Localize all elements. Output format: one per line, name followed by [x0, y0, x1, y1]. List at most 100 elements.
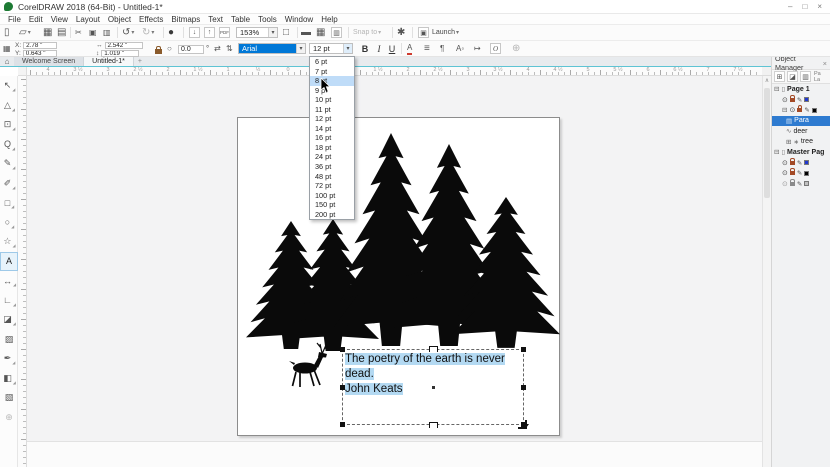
menu-tools[interactable]: Tools [254, 15, 281, 24]
text-flow-icon[interactable] [518, 420, 527, 429]
deer-object[interactable] [289, 343, 329, 387]
italic-button[interactable]: I [373, 42, 385, 55]
om-row-master-page[interactable]: ⊟ ▯ Master Pag [772, 147, 830, 158]
resize-handle-left[interactable] [340, 385, 345, 390]
print-icon[interactable]: ▤ [57, 26, 66, 39]
font-size-option[interactable]: 11 pt [310, 105, 354, 115]
ellipse-tool[interactable]: ○◢ [0, 213, 18, 233]
object-height-field[interactable]: 1.019 " [101, 50, 139, 57]
menu-view[interactable]: View [47, 15, 72, 24]
visibility-eye-icon[interactable]: ⊙ [782, 180, 788, 188]
open-icon[interactable]: ▱▾ [19, 26, 31, 39]
panel-close-icon[interactable]: × [823, 59, 827, 68]
paste-icon[interactable]: ▥ [103, 26, 111, 39]
menu-edit[interactable]: Edit [25, 15, 47, 24]
tab-welcome-screen[interactable]: Welcome Screen [14, 57, 84, 66]
interactive-fill-tool[interactable]: ◧◢ [0, 369, 18, 389]
om-row-layer1[interactable]: ⊟ ⊙ ✎ [772, 105, 830, 116]
visibility-eye-icon[interactable]: ⊙ [782, 159, 788, 167]
bold-button[interactable]: B [359, 42, 371, 55]
resize-handle-top-right[interactable] [521, 347, 526, 352]
publish-pdf-icon[interactable]: PDF [219, 27, 230, 38]
edit-pencil-icon[interactable]: ✎ [797, 180, 802, 188]
menu-table[interactable]: Table [227, 15, 254, 24]
font-name-combo[interactable]: Arial ▾ [238, 43, 306, 54]
font-size-option[interactable]: 16 pt [310, 133, 354, 143]
launch-icon[interactable]: ▣ [418, 27, 429, 38]
dimension-tool[interactable]: ↔◢ [0, 271, 18, 291]
menu-help[interactable]: Help [317, 15, 341, 24]
redo-icon[interactable]: ↻▾ [142, 26, 154, 39]
lock-icon[interactable] [797, 108, 802, 112]
scrollbar-thumb[interactable] [764, 88, 770, 198]
font-size-option[interactable]: 48 pt [310, 172, 354, 182]
eyedropper-tool[interactable]: ✒◢ [0, 349, 18, 369]
font-size-option[interactable]: 24 pt [310, 152, 354, 162]
menu-window[interactable]: Window [281, 15, 317, 24]
transparency-tool[interactable]: ▨ [0, 330, 18, 350]
copy-icon[interactable]: ▣ [89, 26, 97, 39]
add-property-icon[interactable]: ⊕ [512, 42, 520, 55]
edit-pencil-icon[interactable]: ✎ [804, 106, 809, 114]
new-layer-icon[interactable]: ⊞ [774, 71, 785, 82]
om-row-master-guides[interactable]: ⊙ ✎ [772, 158, 830, 169]
home-icon[interactable]: ⌂ [0, 57, 14, 66]
edit-outline-icon[interactable]: O [490, 43, 501, 54]
pick-tool[interactable]: ↖◢ [0, 76, 18, 96]
maximize-button[interactable]: □ [802, 2, 807, 11]
resize-handle-right[interactable] [521, 385, 526, 390]
menu-bitmaps[interactable]: Bitmaps [167, 15, 204, 24]
shape-tool[interactable]: △◢ [0, 96, 18, 116]
show-rulers-icon[interactable]: ▬ [301, 26, 311, 39]
options-gear-icon[interactable]: ✱ [397, 26, 405, 39]
edit-pencil-icon[interactable]: ✎ [797, 159, 802, 167]
om-row-master-grid[interactable]: ⊙ ✎ [772, 179, 830, 190]
x-position-field[interactable]: 2.78 " [23, 42, 57, 49]
canvas-vertical-scrollbar[interactable]: ∧ [762, 76, 771, 467]
font-size-option[interactable]: 150 pt [310, 200, 354, 210]
menu-object[interactable]: Object [104, 15, 135, 24]
menu-text[interactable]: Text [204, 15, 227, 24]
underline-button[interactable]: U [386, 42, 398, 55]
crop-tool[interactable]: ⊡◢ [0, 115, 18, 135]
lock-icon[interactable] [790, 182, 795, 186]
collapse-icon[interactable]: ⊟ [782, 106, 787, 114]
character-formatting-icon[interactable]: A◦ [456, 42, 464, 55]
edit-across-layers-icon[interactable]: ▥ [800, 71, 811, 82]
close-button[interactable]: × [817, 2, 822, 11]
full-screen-preview-icon[interactable]: □ [283, 26, 289, 39]
menu-effects[interactable]: Effects [135, 15, 167, 24]
om-row-guides-layer[interactable]: ⊙ ✎ [772, 95, 830, 106]
new-document-icon[interactable]: ▯ [4, 26, 10, 39]
expand-icon[interactable]: ⊞ [786, 138, 791, 146]
artistic-media-tool[interactable]: ✐◢ [0, 174, 18, 194]
text-tool[interactable]: A [0, 252, 18, 272]
font-name-dropdown-icon[interactable]: ▾ [296, 44, 305, 53]
text-frame-tab-top[interactable] [429, 346, 438, 352]
edit-pencil-icon[interactable]: ✎ [797, 96, 802, 104]
om-row-master-desktop[interactable]: ⊙ ✎ [772, 168, 830, 179]
cut-icon[interactable]: ✂ [75, 26, 82, 39]
paragraph-text[interactable]: The poetry of the earth is never dead. J… [343, 350, 523, 397]
font-size-option[interactable]: 100 pt [310, 191, 354, 201]
tab-untitled-1[interactable]: Untitled-1* [84, 57, 134, 66]
drop-shadow-tool[interactable]: ◪◢ [0, 310, 18, 330]
drawing-canvas[interactable]: The poetry of the earth is never dead. J… [27, 76, 762, 467]
text-color-icon[interactable]: A [407, 42, 412, 55]
resize-handle-bottom-left[interactable] [340, 422, 345, 427]
launch-button[interactable]: Launch▾ [432, 26, 459, 39]
menu-file[interactable]: File [4, 15, 25, 24]
customize-toolbox-button[interactable]: ⊕ [0, 408, 18, 428]
zoom-tool[interactable]: Q◢ [0, 135, 18, 155]
collapse-icon[interactable]: ⊟ [774, 85, 779, 93]
show-object-properties-icon[interactable]: ◪ [787, 71, 798, 82]
paragraph-text-object[interactable]: The poetry of the earth is never dead. J… [342, 349, 524, 425]
search-content-icon[interactable]: ● [168, 26, 174, 39]
lock-ratio-icon[interactable] [155, 49, 162, 54]
zoom-level-combo[interactable]: 153% ▾ [236, 27, 278, 38]
lock-icon[interactable] [790, 161, 795, 165]
font-size-option[interactable]: 36 pt [310, 162, 354, 172]
smart-fill-tool[interactable]: ▧ [0, 388, 18, 408]
zoom-level-dropdown-icon[interactable]: ▾ [268, 28, 277, 37]
export-icon[interactable]: ↑ [204, 27, 215, 38]
